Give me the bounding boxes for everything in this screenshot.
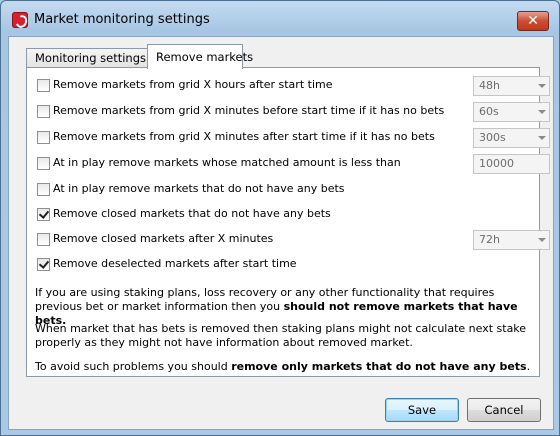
hours-after-start-dropdown[interactable]: 48h: [473, 76, 550, 96]
option-label: Remove markets from grid X minutes befor…: [53, 104, 445, 117]
tab-remove-markets[interactable]: Remove markets: [147, 44, 253, 69]
minutes-before-start-dropdown[interactable]: 60s: [473, 102, 550, 122]
hours-after-start-checkbox[interactable]: [37, 79, 50, 92]
option-row: Remove markets from grid X minutes after…: [37, 128, 550, 148]
option-row: At in play remove markets whose matched …: [37, 154, 550, 174]
option-label: Remove closed markets that do not have a…: [53, 207, 331, 220]
closed-after-minutes-dropdown[interactable]: 72h: [473, 230, 550, 250]
chevron-down-icon: [538, 110, 546, 114]
info-paragraph-3: To avoid such problems you should remove…: [35, 360, 533, 374]
dropdown-value: 60s: [479, 105, 499, 118]
save-button[interactable]: Save: [385, 398, 459, 422]
dialog-body: Monitoring settings Remove markets Remov…: [8, 36, 554, 430]
title-bar[interactable]: Market monitoring settings ✕: [1, 1, 559, 37]
option-row: Remove closed markets after X minutes 72…: [37, 230, 550, 250]
dropdown-value: 300s: [479, 131, 506, 144]
option-row: At in play remove markets that do not ha…: [37, 180, 527, 198]
dropdown-value: 72h: [479, 233, 500, 246]
matched-amount-checkbox[interactable]: [37, 157, 50, 170]
info-warning: remove only markets that do not have any…: [231, 360, 527, 373]
info-text: .: [526, 360, 531, 373]
info-text: To avoid such problems you should: [35, 360, 232, 373]
option-row: Remove markets from grid X hours after s…: [37, 76, 550, 96]
option-label: Remove deselected markets after start ti…: [53, 257, 297, 270]
window-title: Market monitoring settings: [34, 12, 210, 27]
option-row: Remove deselected markets after start ti…: [37, 255, 527, 273]
minutes-before-start-checkbox[interactable]: [37, 105, 50, 118]
closed-no-bets-checkbox[interactable]: [37, 208, 50, 221]
deselected-after-start-checkbox[interactable]: [37, 258, 50, 271]
chevron-down-icon: [538, 238, 546, 242]
remove-markets-panel: Remove markets from grid X hours after s…: [26, 67, 550, 377]
matched-amount-input[interactable]: 10000: [473, 154, 550, 174]
cancel-button[interactable]: Cancel: [467, 398, 541, 422]
option-row: Remove closed markets that do not have a…: [37, 205, 527, 223]
minutes-after-start-checkbox[interactable]: [37, 131, 50, 144]
inplay-no-bets-checkbox[interactable]: [37, 183, 50, 196]
option-label: At in play remove markets that do not ha…: [53, 182, 345, 195]
minutes-after-start-dropdown[interactable]: 300s: [473, 128, 550, 148]
option-label: Remove closed markets after X minutes: [53, 232, 274, 245]
option-label: Remove markets from grid X minutes after…: [53, 130, 435, 143]
chevron-down-icon: [538, 136, 546, 140]
input-value: 10000: [479, 157, 514, 170]
app-logo-icon: [12, 12, 28, 28]
close-button[interactable]: ✕: [517, 11, 549, 31]
option-label: Remove markets from grid X hours after s…: [53, 78, 333, 91]
dropdown-value: 48h: [479, 79, 500, 92]
chevron-down-icon: [538, 84, 546, 88]
option-row: Remove markets from grid X minutes befor…: [37, 102, 550, 122]
tab-monitoring-settings[interactable]: Monitoring settings: [26, 48, 148, 68]
settings-dialog: Market monitoring settings ✕ Monitoring …: [0, 0, 560, 436]
closed-after-minutes-checkbox[interactable]: [37, 233, 50, 246]
info-paragraph-2: When market that has bets is removed the…: [35, 322, 527, 349]
option-label: At in play remove markets whose matched …: [53, 156, 401, 169]
